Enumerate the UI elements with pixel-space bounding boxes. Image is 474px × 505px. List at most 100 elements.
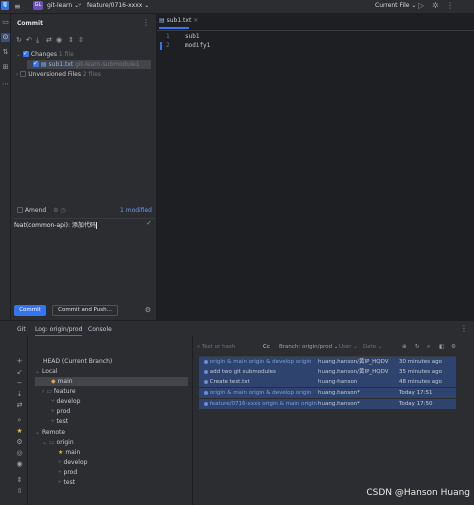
- remote-branch-develop[interactable]: ⑂ develop: [58, 458, 87, 467]
- local-group[interactable]: ⌄ Local: [35, 367, 58, 376]
- delete-icon[interactable]: −: [15, 379, 24, 387]
- tab-git[interactable]: Git: [17, 326, 26, 333]
- refresh-log-icon[interactable]: ↻: [415, 344, 420, 350]
- collapse-icon[interactable]: ⇳: [15, 487, 24, 495]
- tool-window-strip: ▭ ⊙ ⇅ ⊞ ⋯: [0, 14, 11, 320]
- more-tools-icon[interactable]: ⋯: [1, 80, 10, 89]
- search-icon: ⌕: [197, 344, 201, 350]
- commit-author: huang-hanson: [318, 377, 357, 387]
- changed-file-row[interactable]: ▤ sub1.txt git-learn-submodule1: [27, 59, 151, 69]
- branch-test[interactable]: ⑂ test: [51, 417, 68, 426]
- commit-button[interactable]: Commit: [14, 305, 46, 316]
- new-branch-icon[interactable]: +: [15, 357, 24, 365]
- date-filter[interactable]: Date ⌄: [363, 344, 383, 350]
- branch-filter[interactable]: Branch: origin/prod ⌄: [279, 344, 338, 350]
- cherry-pick-icon[interactable]: ⊕: [402, 344, 407, 350]
- expand-all-icon[interactable]: ⇕: [68, 36, 74, 44]
- update-icon[interactable]: ↙: [15, 368, 24, 376]
- commit-time: 48 minutes ago: [399, 379, 442, 385]
- commit-row[interactable]: Create test.txt huang-hanson 48 minutes …: [199, 377, 456, 387]
- match-case-toggle[interactable]: Cc: [263, 344, 270, 350]
- commit-author-suffix: IP_HQDV: [364, 359, 389, 365]
- branch-folder-feature[interactable]: › ▭ feature: [42, 387, 76, 396]
- remote-origin-group[interactable]: ⌄ ▭ origin: [42, 438, 74, 447]
- navigate-log-icon[interactable]: ◎: [15, 449, 24, 457]
- panel-menu-icon[interactable]: ⋮: [460, 324, 468, 333]
- modified-line-marker: [160, 42, 162, 50]
- changes-checkbox[interactable]: [22, 49, 29, 58]
- remote-group[interactable]: ⌄ Remote: [35, 428, 65, 437]
- branch-prod[interactable]: ⑂ prod: [51, 407, 70, 416]
- run-icon[interactable]: ▷: [418, 1, 424, 10]
- hamburger-menu-icon[interactable]: ≡: [14, 2, 21, 11]
- diff-icon[interactable]: ⇄: [46, 36, 52, 44]
- editor-tab[interactable]: ▤ sub1.txt ✕: [159, 17, 198, 27]
- log-search-field[interactable]: ⌕ Text or hash: [197, 344, 235, 351]
- favorite-star-icon[interactable]: ★: [15, 427, 24, 435]
- commit-message: Create test.txt: [209, 379, 250, 385]
- commit-message-input[interactable]: feat(common-api): 添加代码: [14, 220, 97, 229]
- layout-icon[interactable]: ◧: [439, 344, 444, 350]
- commit-refs: feature/0716-xxxx origin & main origin: [209, 401, 317, 407]
- commit-tool-icon[interactable]: ⊙: [1, 33, 10, 42]
- settings-gear-icon[interactable]: ⚙: [53, 207, 58, 214]
- changes-group[interactable]: ⌄ Changes 1 file: [16, 49, 74, 59]
- log-search-placeholder: Text or hash: [201, 344, 236, 350]
- branch-main[interactable]: ◆ main: [35, 377, 188, 386]
- remote-branch-prod[interactable]: ⑂ prod: [58, 468, 77, 477]
- clock-icon[interactable]: ◷: [60, 207, 65, 214]
- branch-selector[interactable]: feature/0716-xxxx ⌄: [87, 2, 149, 9]
- options-icon[interactable]: ⋮: [142, 18, 150, 27]
- view-icon[interactable]: ◉: [56, 36, 62, 44]
- collapse-all-icon[interactable]: ⇳: [78, 36, 84, 44]
- code-line[interactable]: modify1: [185, 42, 210, 49]
- expand-icon[interactable]: ⇕: [15, 476, 24, 484]
- refresh-icon[interactable]: ↻: [16, 36, 22, 44]
- tab-console[interactable]: Console: [88, 326, 112, 333]
- commit-row[interactable]: origin & main origin & develop origin hu…: [199, 357, 456, 367]
- commit-message: add two git submodules: [209, 369, 276, 375]
- modified-count[interactable]: 1 modified: [120, 206, 152, 215]
- close-tab-icon[interactable]: ✕: [193, 17, 198, 24]
- log-options-icon[interactable]: ⚙: [451, 344, 456, 350]
- tab-log[interactable]: Log: origin/prod: [35, 326, 83, 336]
- remote-branch-main[interactable]: ★ main: [58, 448, 80, 457]
- commit-author-name: huang.hanson*: [318, 401, 360, 407]
- code-line[interactable]: sub1: [185, 33, 199, 40]
- user-filter[interactable]: User ⌄: [339, 344, 358, 350]
- search-branch-icon[interactable]: ⌕: [15, 416, 24, 425]
- remote-origin-label: origin: [56, 439, 74, 446]
- compare-icon[interactable]: ⇄: [15, 401, 24, 409]
- debug-icon[interactable]: ✲: [432, 1, 439, 10]
- fetch-icon[interactable]: ⇣: [15, 390, 24, 398]
- more-icon[interactable]: ⋮: [446, 1, 454, 10]
- commit-node: [204, 401, 208, 406]
- amend-checkbox[interactable]: [17, 206, 23, 213]
- head-branch[interactable]: HEAD (Current Branch): [43, 357, 112, 366]
- branch-label: prod: [63, 469, 78, 476]
- commit-row[interactable]: feature/0716-xxxx origin & main origin h…: [199, 399, 456, 409]
- structure-icon[interactable]: ⊞: [1, 63, 10, 72]
- filter-icon[interactable]: ⌕: [427, 344, 430, 351]
- commit-time: 30 minutes ago: [399, 359, 442, 365]
- commit-row[interactable]: add two git submodules huang.hanson/黄IP_…: [199, 367, 456, 377]
- text-file-icon: ▤: [40, 61, 47, 68]
- commit-options-gear-icon[interactable]: ⚙: [145, 306, 151, 314]
- project-folder-icon[interactable]: ▭: [1, 18, 10, 27]
- settings-icon[interactable]: ⚙: [15, 438, 24, 446]
- download-icon[interactable]: ⤓: [36, 36, 39, 45]
- user-filter-label: User: [339, 344, 352, 350]
- file-checkbox[interactable]: [33, 59, 39, 68]
- rollback-icon[interactable]: ↶: [26, 36, 32, 44]
- branch-label: main: [57, 378, 73, 385]
- commit-and-push-button[interactable]: Commit and Push...: [52, 305, 118, 316]
- project-selector[interactable]: git-learn ⌄: [47, 2, 79, 9]
- run-config-selector[interactable]: Current File ⌄: [375, 2, 416, 9]
- unversioned-group[interactable]: › Unversioned Files 2 files: [16, 70, 101, 79]
- remote-branch-test[interactable]: ⑂ test: [58, 478, 75, 487]
- show-hidden-icon[interactable]: ◉: [15, 460, 24, 468]
- commit-row[interactable]: origin & main origin & develop origin hu…: [199, 388, 456, 398]
- branch-develop[interactable]: ⑂ develop: [51, 397, 80, 406]
- unversioned-checkbox[interactable]: [20, 70, 27, 77]
- pull-requests-icon[interactable]: ⇅: [1, 48, 10, 57]
